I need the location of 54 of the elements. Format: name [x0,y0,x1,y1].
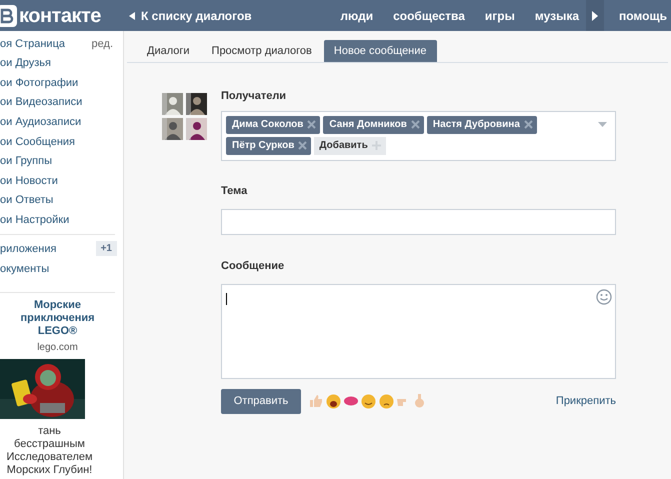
message-field[interactable] [221,284,616,378]
smiley-icon[interactable] [596,288,612,304]
emoji-icon[interactable] [361,394,376,408]
send-button[interactable]: Отправить [221,388,301,414]
sidebar-link[interactable]: ои Ответы [0,192,54,209]
arrow-icon [592,10,598,20]
nav-link[interactable]: помощь [619,6,667,24]
sidebar-link[interactable]: окументы [0,260,50,278]
recipients-field[interactable]: Дима Соколов Саня Домников Настя Дубровина Пётр Сурков Добавить [221,110,616,160]
nav-link[interactable]: сообщества [393,6,465,24]
field-label: Получатели [221,89,288,104]
emoji-icon[interactable] [326,394,341,408]
field-label: Тема [221,184,248,198]
close-icon[interactable] [298,141,308,150]
sidebar-link[interactable]: ои Группы [0,153,52,170]
sidebar-link[interactable]: ои Настройки [0,212,70,228]
sidebar-link[interactable]: ои Видеозаписи [0,94,82,111]
tab[interactable]: Просмотр диалогов [202,40,322,62]
close-icon[interactable] [410,120,420,129]
logo-text: контакте [19,4,101,28]
recipient-chip[interactable]: Пётр Сурков [226,136,312,154]
sidebar-link[interactable]: ои Новости [0,172,58,190]
subject-field[interactable] [221,209,616,235]
sidebar-link[interactable]: оя Страница [0,36,65,52]
recipient-chip[interactable]: Саня Домников [323,116,424,134]
recipient-chip[interactable]: Дима Соколов [226,116,320,134]
sidebar-link[interactable]: ои Фотографии [0,74,78,92]
edit-link[interactable]: ред. [92,36,113,52]
count-badge: +1 [96,241,117,256]
arrow-button[interactable] [586,0,604,31]
emoji-icon[interactable] [379,394,394,408]
tab[interactable]: Диалоги [137,40,200,62]
thumbs-up-icon[interactable] [309,394,323,408]
nav-link[interactable]: игры [484,6,515,24]
sidebar-link[interactable]: ои Аудиозаписи [0,114,82,130]
field-label: Сообщение [221,259,286,274]
ad-title[interactable]: Морские приключения LEGO® [12,298,102,338]
close-icon[interactable] [307,120,316,129]
tab[interactable]: Новое сообщение [324,40,437,62]
dropdown-icon[interactable] [598,122,607,126]
attach-link[interactable]: Прикрепить [556,392,616,410]
text-cursor [226,292,227,304]
close-icon[interactable] [524,120,533,129]
back-link[interactable]: К списку диалогов [129,6,252,24]
sidebar-link[interactable]: риложения [0,240,56,258]
ad-domain: lego.com [37,340,78,355]
ad-text: тань бесстрашным Исследователем Морских Глубин! [5,424,94,477]
sidebar-link[interactable]: ои Друзья [0,55,51,72]
add-button[interactable]: Добавить [314,136,386,154]
recipient-chip[interactable]: Настя Дубровина [426,116,537,134]
back-arrow-icon [129,12,135,20]
nav-link[interactable]: люди [340,6,374,24]
nav-link[interactable]: музыка [534,6,580,24]
sidebar-link[interactable]: ои Сообщения [0,134,76,150]
